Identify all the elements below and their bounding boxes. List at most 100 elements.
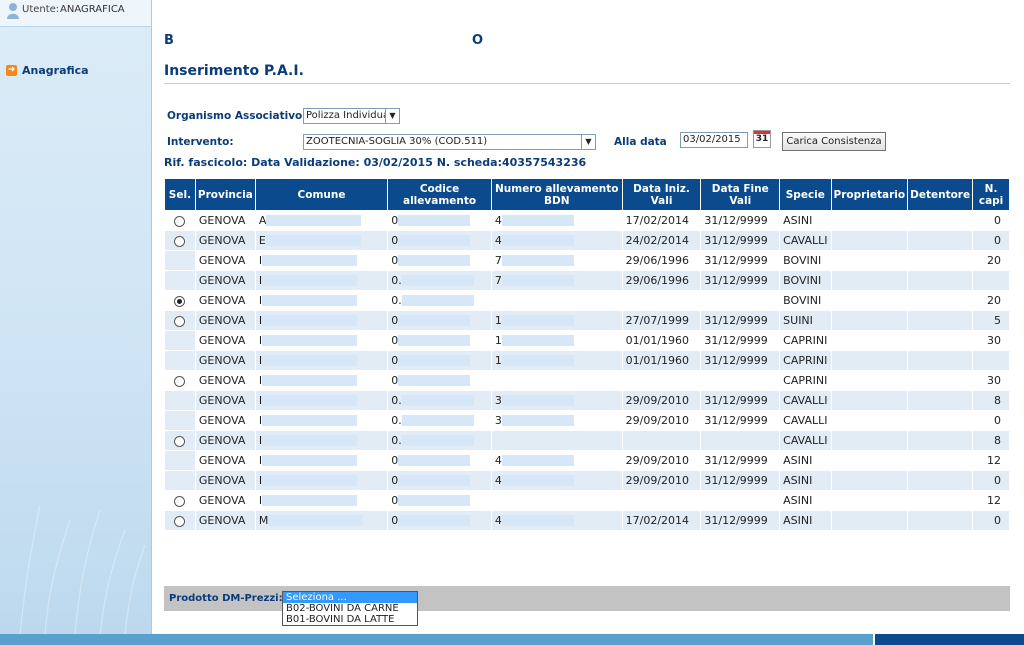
main-content: B O Inserimento P.A.I. Organismo Associa…: [152, 0, 1024, 632]
cell-capi-text: 0: [994, 514, 1001, 527]
cell-specie-text: ASINI: [783, 454, 813, 467]
cell-inizio: 29/09/2010: [622, 471, 701, 490]
cell-provincia-text: GENOVA: [198, 354, 246, 367]
cell-provincia-text: GENOVA: [198, 474, 246, 487]
cell-provincia-text: GENOVA: [198, 254, 246, 267]
cell-provincia: GENOVA: [195, 511, 255, 530]
redacted-block: [501, 515, 574, 526]
cell-detentore: [908, 251, 973, 270]
cell-provincia: GENOVA: [195, 431, 255, 450]
redacted-block: [401, 395, 474, 406]
cell-fine-text: 31/12/9999: [704, 234, 768, 247]
cell-capi-text: 0: [994, 214, 1001, 227]
redacted-block: [262, 495, 358, 506]
cell-codice-text: 0: [391, 374, 399, 387]
cell-inizio-text: 01/01/1960: [625, 354, 690, 367]
cell-sel: [165, 371, 195, 390]
cell-comune: I: [255, 311, 388, 330]
cell-capi-text: 20: [987, 254, 1001, 267]
prodotto-option[interactable]: B01-BOVINI DA LATTE: [283, 614, 417, 625]
cell-capi: 12: [973, 491, 1009, 510]
cell-proprietario: [831, 291, 908, 310]
cell-specie: SUINI: [780, 311, 831, 330]
cell-codice-text: 0: [391, 334, 399, 347]
redacted-block: [501, 395, 574, 406]
cell-inizio-text: 29/09/2010: [625, 394, 690, 407]
cell-sel: [165, 491, 195, 510]
cell-detentore: [908, 471, 973, 490]
user-bar: Utente: ANAGRAFICA: [0, 0, 151, 27]
table-row: GENOVA I 0 7 29/06/1996 31/12/9999 BOVINI 20: [165, 251, 1009, 270]
row-select-radio[interactable]: [174, 375, 186, 387]
redacted-block: [262, 355, 358, 366]
redacted-block: [398, 495, 471, 506]
cell-bdn: 1: [491, 351, 622, 370]
cell-comune: I: [255, 291, 388, 310]
prodotto-option[interactable]: B02-BOVINI DA CARNE: [283, 603, 417, 614]
cell-proprietario: [831, 431, 908, 450]
redacted-block: [501, 235, 574, 246]
cell-provincia-text: GENOVA: [198, 274, 246, 287]
cell-proprietario: [831, 371, 908, 390]
cell-fine: 31/12/9999: [701, 471, 780, 490]
cell-inizio: [622, 431, 701, 450]
cell-sel: [165, 211, 195, 230]
redacted-block: [401, 295, 474, 306]
user-name: ANAGRAFICA: [60, 4, 125, 15]
cell-provincia-text: GENOVA: [198, 334, 246, 347]
cell-provincia: GENOVA: [195, 251, 255, 270]
redacted-block: [501, 355, 574, 366]
alla-data-label: Alla data: [614, 136, 667, 148]
cell-capi: 5: [973, 311, 1009, 330]
cell-provincia: GENOVA: [195, 231, 255, 250]
prodotto-option[interactable]: Seleziona ...: [283, 592, 417, 603]
cell-capi-text: 30: [987, 334, 1001, 347]
redacted-block: [501, 275, 574, 286]
cell-proprietario: [831, 311, 908, 330]
row-select-radio[interactable]: [174, 435, 186, 447]
row-select-radio[interactable]: [174, 215, 186, 227]
cell-provincia-text: GENOVA: [198, 214, 246, 227]
cell-bdn: 3: [491, 411, 622, 430]
cell-capi-text: 30: [987, 374, 1001, 387]
cell-capi: 8: [973, 391, 1009, 410]
user-icon: [7, 3, 19, 19]
cell-inizio-text: 29/06/1996: [625, 274, 690, 287]
row-select-radio[interactable]: [174, 295, 186, 307]
cell-bdn-text: 4: [494, 214, 502, 227]
cell-capi-text: 20: [987, 294, 1001, 307]
cell-bdn: 1: [491, 311, 622, 330]
cell-comune: I: [255, 371, 388, 390]
cell-inizio-text: 29/09/2010: [625, 454, 690, 467]
organismo-select[interactable]: Polizza Individuale ▼: [303, 108, 400, 124]
cell-bdn: [491, 431, 622, 450]
cell-fine: 31/12/9999: [701, 211, 780, 230]
cell-proprietario: [831, 331, 908, 350]
sidebar-item-anagrafica[interactable]: ➜ Anagrafica: [6, 64, 89, 77]
cell-specie: ASINI: [780, 491, 831, 510]
cell-comune-text: A: [258, 214, 267, 227]
table-row: GENOVA I 0 1 01/01/1960 31/12/9999 CAPRINI 30: [165, 331, 1009, 350]
intervento-label: Intervento:: [167, 136, 234, 148]
cell-specie-text: CAVALLI: [783, 434, 828, 447]
alla-data-input[interactable]: 03/02/2015: [680, 132, 748, 148]
row-select-radio[interactable]: [174, 495, 186, 507]
row-select-radio[interactable]: [174, 515, 186, 527]
cell-sel: [165, 431, 195, 450]
cell-capi-text: 12: [987, 494, 1001, 507]
intervento-select[interactable]: ZOOTECNIA-SOGLIA 30% (COD.511) ▼: [303, 134, 596, 150]
col-header-provincia: Provincia: [195, 179, 255, 210]
cell-capi: 20: [973, 251, 1009, 270]
table-row: GENOVA I 0. BOVINI 20: [165, 291, 1009, 310]
cell-specie: CAVALLI: [780, 391, 831, 410]
row-select-radio[interactable]: [174, 235, 186, 247]
cell-fine: 31/12/9999: [701, 271, 780, 290]
allevamenti-table: Sel. Provincia Comune Codice allevamento…: [164, 178, 1010, 531]
cell-comune: I: [255, 271, 388, 290]
calendar-icon[interactable]: 31: [753, 130, 771, 148]
row-select-radio[interactable]: [174, 315, 186, 327]
carica-consistenza-button[interactable]: Carica Consistenza: [782, 132, 886, 151]
prodotto-dropdown-list[interactable]: Seleziona ... B02-BOVINI DA CARNE B01-BO…: [282, 591, 418, 626]
cell-codice-text: 0: [391, 454, 399, 467]
redacted-block: [398, 355, 471, 366]
